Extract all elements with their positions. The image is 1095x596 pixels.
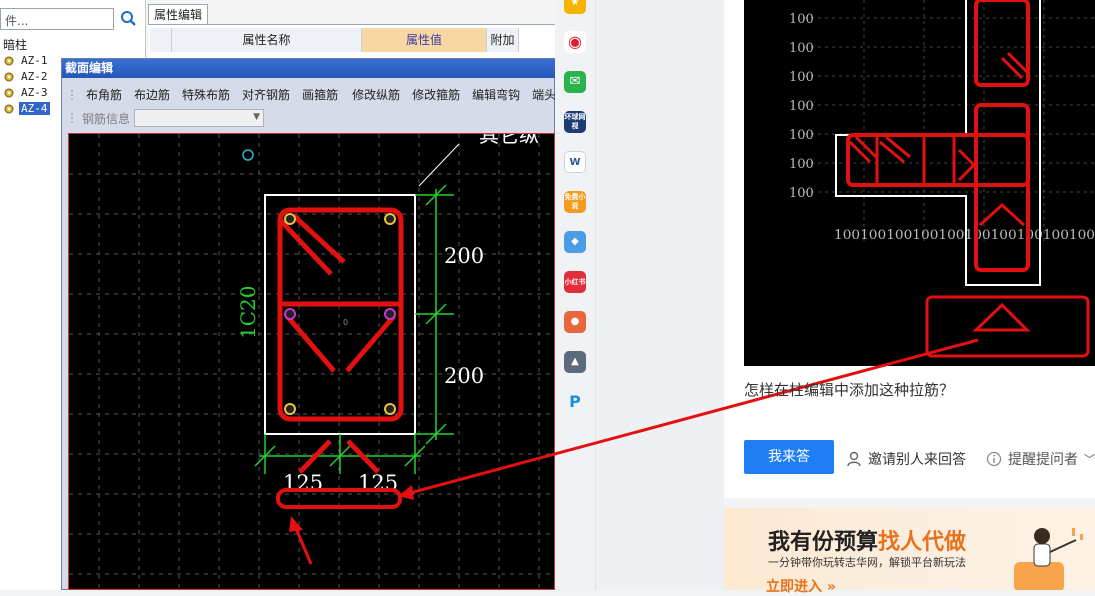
invite-answer-link[interactable]: 邀请别人来回答 — [846, 449, 966, 469]
property-grid-header: 属性名称 属性值 附加 — [150, 28, 519, 52]
toolbar-grip: ⋮ — [66, 111, 78, 125]
game-icon[interactable]: ▲ — [564, 351, 586, 373]
pixiv-icon[interactable]: P — [564, 391, 586, 413]
favorites-star-icon[interactable]: ★ — [564, 0, 586, 14]
axis-label: 100 — [789, 157, 814, 172]
column-header-value[interactable]: 属性值 — [362, 28, 487, 52]
column-header-name[interactable]: 属性名称 — [172, 28, 362, 52]
search-icon[interactable] — [117, 8, 139, 30]
axis-label: 100 — [789, 12, 814, 27]
dialog-title[interactable]: 截面编辑 — [62, 59, 555, 78]
answer-button[interactable]: 我来答 — [744, 440, 834, 474]
axis-label: 100 — [789, 186, 814, 201]
column-header-extra[interactable]: 附加 — [487, 28, 519, 52]
promo-title: 我有份预算找人代做 — [768, 524, 966, 556]
question-image[interactable]: 100 100 100 100 100 100 100 100100100100… — [744, 0, 1095, 366]
tab-property-edit[interactable]: 属性编辑 — [148, 4, 208, 25]
gear-icon — [4, 72, 14, 81]
rebar-point[interactable] — [284, 213, 296, 225]
tree-item-az4[interactable]: AZ-4 — [4, 101, 50, 116]
tree-item-az1[interactable]: AZ-1 — [4, 53, 50, 68]
edit-longitudinal-button[interactable]: 修改纵筋 — [346, 86, 406, 103]
page-background — [596, 0, 724, 590]
axis-label: 100100100100100100100100100100 — [834, 228, 1095, 243]
tie-annotation-box — [925, 295, 1090, 358]
axis-label: 100 — [789, 128, 814, 143]
axis-label: 100 — [789, 70, 814, 85]
dimension-label: 200 — [444, 244, 484, 268]
axis-label: 100 — [789, 99, 814, 114]
promo-subtitle: 一分钟带你玩转志华网，解锁平台新玩法 — [768, 556, 966, 569]
corner-rebar-button[interactable]: 布角筋 — [80, 86, 128, 103]
search-input[interactable]: 件... — [0, 8, 114, 30]
canvas-corner-label: 其它纵 — [479, 134, 539, 147]
gear-icon — [4, 104, 14, 113]
draw-stirrup-button[interactable]: 画箍筋 — [296, 86, 344, 103]
row-header-cell — [150, 28, 172, 52]
align-rebar-button[interactable]: 对齐钢筋 — [236, 86, 296, 103]
tree-item-label: AZ-1 — [21, 54, 48, 67]
xiaohongshu-icon[interactable]: 小红书 — [564, 271, 586, 293]
promo-title-plain: 我有份预算 — [768, 530, 879, 555]
section-drawing: 其它纵 0 1C20 200 200 125 125 — [69, 134, 554, 589]
promo-enter-link[interactable]: 立即进入 » — [766, 576, 836, 596]
invite-text: 邀请别人来回答 — [868, 452, 966, 468]
chevron-down-icon: ▼ — [253, 112, 261, 122]
word-doc-icon[interactable]: W — [564, 151, 586, 173]
info-icon — [986, 451, 1002, 467]
dimension-label: 200 — [444, 364, 484, 388]
tree-item-label: AZ-2 — [21, 70, 48, 83]
axis-label: 100 — [789, 41, 814, 56]
rebar-point[interactable] — [284, 308, 296, 320]
special-rebar-button[interactable]: 特殊布筋 — [176, 86, 236, 103]
rebar-info-select[interactable]: ▼ — [134, 109, 265, 127]
rebar-info-toolbar: ⋮ 钢筋信息 ▼ — [66, 108, 265, 128]
rebar-point[interactable] — [384, 308, 396, 320]
game-icon[interactable]: ◆ — [564, 231, 586, 253]
center-mark: 0 — [343, 318, 348, 327]
illustration-person — [1014, 528, 1083, 590]
tree-item-az2[interactable]: AZ-2 — [4, 69, 50, 84]
tree-item-label: AZ-3 — [21, 86, 48, 99]
rebar-point[interactable] — [384, 213, 396, 225]
rebar-point[interactable] — [384, 403, 396, 415]
mail-icon[interactable]: ✉ — [564, 71, 586, 93]
news-app-icon[interactable]: 环球网视 — [564, 111, 586, 133]
remind-text: 提醒提问者 — [1008, 452, 1078, 468]
tree-item-label: AZ-4 — [19, 102, 50, 115]
user-icon — [847, 451, 861, 467]
end-extend-button[interactable]: 端头伸缩 — [526, 86, 555, 103]
weibo-icon[interactable]: ◉ — [564, 31, 586, 53]
origin-marker — [242, 149, 254, 161]
gear-icon — [4, 88, 14, 97]
gear-icon — [4, 56, 14, 65]
remind-asker-link[interactable]: 提醒提问者 ﹀ — [986, 449, 1095, 469]
rebar-info-label: 钢筋信息 — [82, 111, 131, 126]
dialog-toolbar: ⋮ 布角筋 布边筋 特殊布筋 对齐钢筋 画箍筋 修改纵筋 修改箍筋 编辑弯钩 端… — [66, 84, 555, 105]
edit-stirrup-button[interactable]: 修改箍筋 — [406, 86, 466, 103]
tree-root-label[interactable]: 暗柱 — [3, 36, 27, 53]
edit-hook-button[interactable]: 编辑弯钩 — [466, 86, 526, 103]
free-novel-icon[interactable]: 免费小说 — [564, 191, 586, 213]
toolbar-grip: ⋮ — [66, 87, 78, 102]
section-drawing-canvas[interactable]: 其它纵 0 1C20 200 200 125 125 — [68, 133, 555, 590]
question-text: 怎样在柱编辑中添加这种拉筋？ — [744, 381, 955, 399]
promo-title-highlight: 找人代做 — [878, 530, 967, 555]
chevron-down-icon: ﹀ — [1084, 453, 1095, 466]
rebar-point[interactable] — [284, 403, 296, 415]
rebar-spec-label: 1C20 — [236, 286, 260, 339]
tree-item-az3[interactable]: AZ-3 — [4, 85, 50, 100]
game-icon[interactable]: ● — [564, 311, 586, 333]
edge-rebar-button[interactable]: 布边筋 — [128, 86, 176, 103]
